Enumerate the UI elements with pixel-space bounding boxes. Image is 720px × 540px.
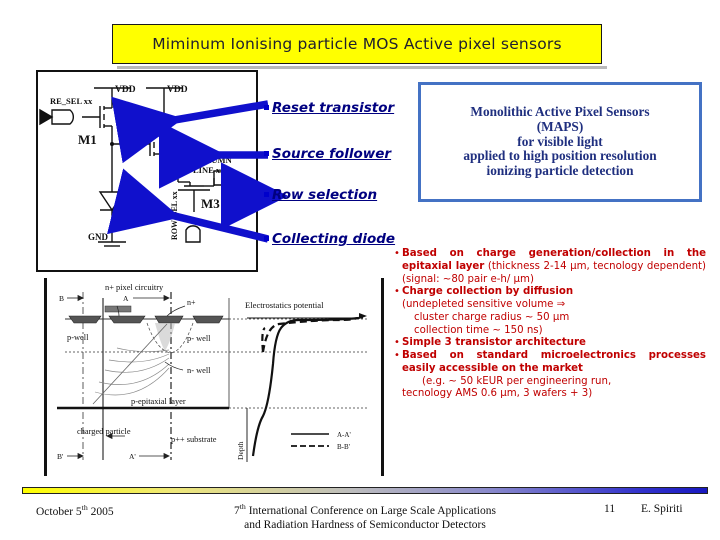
bullet-marker-3: • [394,337,400,349]
xsec-label-n-well: n- well [187,366,211,375]
bullet-item-3: • Simple 3 transistor architecture [392,337,706,350]
circuit-label-m2: M2 [130,120,149,135]
page-title: Miminum Ionising particle MOS Active pix… [152,35,562,53]
bullet-marker-2: • [394,286,400,298]
bullet-2-subline-2: cluster charge radius ~ 50 µm [414,311,570,323]
footer-page-number: 11 [604,503,616,515]
bullet-4-subline-1: (e.g. ~ 50 kEUR per engineering run, [422,375,612,387]
xsec-legend-solid: A-A' [337,431,351,439]
feature-bullet-list: • Based on charge generation/collection … [392,248,706,401]
bullet-2-subline-3: collection time ~ 150 ns) [414,324,543,336]
bullet-text-4: Based on standard microelectronics proce… [402,350,706,376]
circuit-label-re-sel: RE_SEL xx [50,96,93,106]
maps-line-4: applied to high position resolution [463,148,657,164]
maps-line-2: (MAPS) [536,118,584,134]
footer-date: October 5th 2005 [36,503,114,518]
callout-bullet-3 [264,192,269,197]
circuit-label-line-xx: LINE xx [193,165,225,175]
xsec-label-a-prime: A' [129,452,136,461]
callout-bullet-4 [264,236,269,241]
circuit-label-vdd-left: VDD [115,85,136,95]
xsec-label-depth: Depth [236,441,245,460]
bullet-text-3: Simple 3 transistor architecture [402,337,706,350]
xsec-legend-dashed: B-B' [337,443,350,451]
bullet-head-3: Simple 3 transistor architecture [402,337,586,349]
xsec-label-substrate: p++ substrate [171,435,217,444]
xsec-label-epitaxial: p-epitaxial layer [131,397,186,406]
circuit-label-vdd-right: VDD [167,85,188,95]
footer-author: E. Spiriti [641,503,683,515]
xsec-label-potential: Electrostatics potential [245,300,324,310]
callout-collecting-diode: Collecting diode [272,231,396,247]
circuit-label-column: COLUMN [193,155,233,165]
maps-line-3: for visible light [517,133,603,149]
footer-gradient-bar [22,487,708,494]
bullet-text-1: Based on charge generation/collection in… [402,248,706,286]
xsec-label-p-well-right: p- well [187,334,211,343]
bullet-head-4: Based on standard microelectronics proce… [402,350,706,374]
maps-description-box: Monolithic Active Pixel Sensors (MAPS) f… [418,82,702,202]
bullet-marker-4: • [394,350,400,361]
callout-source-follower: Source follower [272,146,392,162]
circuit-schematic-figure: VDD VDD RE_SEL xx M1 M2 M3 COLUMN LINE x… [36,70,258,272]
xsec-label-b: B [59,294,64,303]
footer-conference: 7th International Conference on Large Sc… [234,502,496,532]
bullet-4-subline-2: tecnology AMS 0.6 µm, 3 wafers + 3) [402,388,593,400]
circuit-schematic-svg: VDD VDD RE_SEL xx M1 M2 M3 COLUMN LINE x… [39,85,242,247]
bullet-text-2: Charge collection by diffusion [402,286,706,299]
maps-line-5: ionizing particle detection [486,163,634,179]
circuit-label-m3: M3 [201,196,220,211]
bullet-item-1: • Based on charge generation/collection … [392,248,706,286]
left-accent-bar [14,72,18,476]
slide-title-banner: Miminum Ionising particle MOS Active pix… [112,24,602,64]
bullet-item-2: • Charge collection by diffusion [392,286,706,299]
bullet-marker-1: • [394,248,400,259]
bullet-2-subline-1: (undepleted sensitive volume ⇒ [402,299,566,310]
maps-line-1: Monolithic Active Pixel Sensors [470,103,650,119]
callout-reset-transistor: Reset transistor [272,100,395,116]
cross-section-figure: n+ pixel circuitry B A B' A' n+ p-well p… [44,278,384,476]
xsec-label-charged-particle: charged particle [77,427,131,436]
circuit-label-row-sel: ROW_SEL xx [170,191,179,240]
circuit-label-m1: M1 [78,132,97,147]
cross-section-svg: n+ pixel circuitry B A B' A' n+ p-well p… [47,278,381,470]
xsec-label-p-well-left: p-well [67,333,89,342]
xsec-label-pixel-circuitry: n+ pixel circuitry [105,283,164,292]
bullet-head-2: Charge collection by diffusion [402,286,574,298]
callout-bullet-2 [264,151,269,156]
circuit-label-gnd: GND [88,232,109,242]
xsec-label-b-prime: B' [57,452,64,461]
xsec-label-n-plus: n+ [187,298,196,307]
callout-bullet-1 [264,105,269,110]
callout-row-selection: Row selection [272,187,378,203]
title-banner-shadow [117,66,607,69]
bullet-item-4: • Based on standard microelectronics pro… [392,350,706,376]
xsec-label-a: A [123,294,129,303]
